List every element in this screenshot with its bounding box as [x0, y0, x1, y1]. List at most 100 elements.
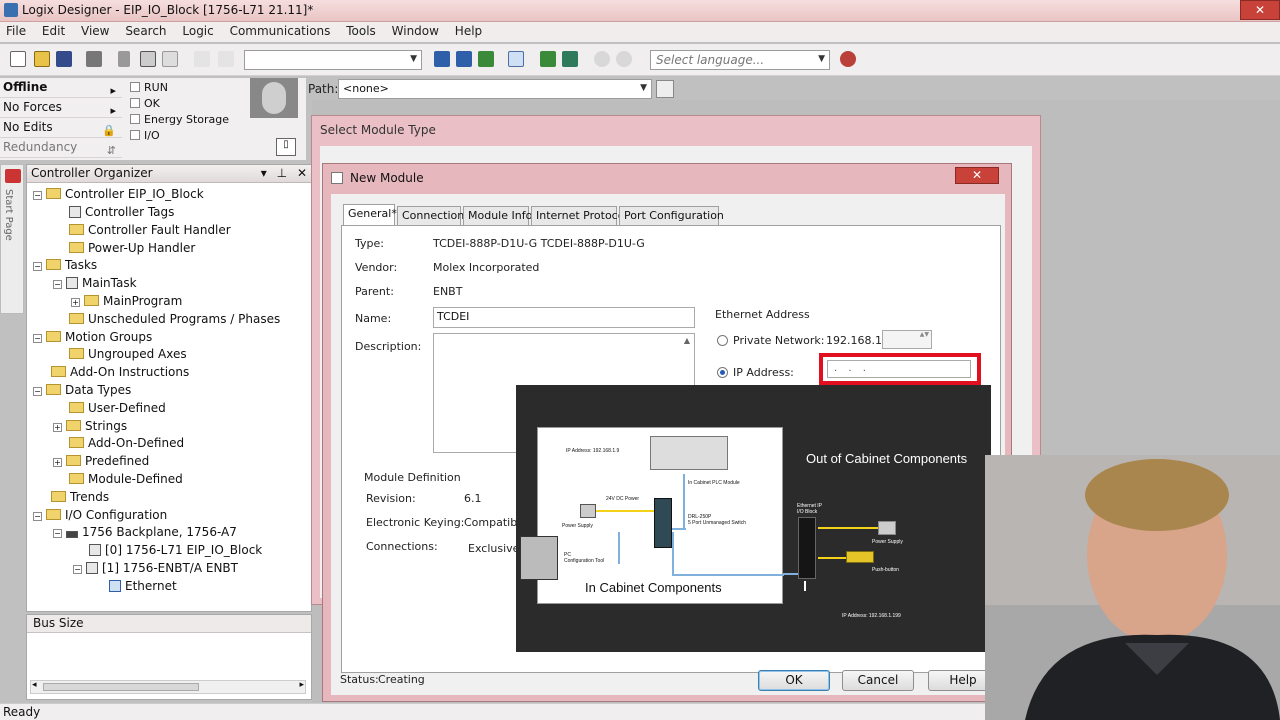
expand-icon[interactable]: +	[53, 423, 62, 432]
collapse-icon[interactable]: −	[33, 262, 42, 271]
help-globe-icon[interactable]	[840, 51, 856, 67]
menu-view[interactable]: View	[75, 22, 115, 40]
tree-fault-handler[interactable]: Controller Fault Handler	[69, 221, 231, 239]
tab-module-info[interactable]: Module Info	[463, 206, 532, 225]
verify-icon[interactable]	[478, 51, 494, 67]
path-browse-icon[interactable]	[656, 80, 674, 98]
tab-general[interactable]: General*	[343, 204, 397, 226]
name-input[interactable]: TCDEI	[433, 307, 695, 328]
folder-icon	[46, 259, 61, 270]
zoom-in-icon[interactable]	[594, 51, 610, 67]
menu-logic[interactable]: Logic	[176, 22, 219, 40]
tree-unscheduled[interactable]: Unscheduled Programs / Phases	[69, 310, 280, 328]
select-module-title: Select Module Type	[320, 123, 436, 137]
horizontal-scrollbar[interactable]: ◂ ▸	[30, 680, 306, 694]
paste-icon[interactable]	[162, 51, 178, 67]
verify-routine-icon[interactable]	[562, 51, 578, 67]
menu-tools[interactable]: Tools	[340, 22, 382, 40]
vendor-label: Vendor:	[355, 261, 398, 274]
ip-address-radio[interactable]: IP Address:	[717, 366, 794, 379]
tree-addon-instructions[interactable]: Add-On Instructions	[51, 363, 189, 381]
scroll-thumb[interactable]	[43, 683, 199, 691]
tree-module-defined[interactable]: Module-Defined	[69, 470, 183, 488]
tree-motion-groups[interactable]: − Motion Groups	[33, 328, 152, 346]
mode-status[interactable]: Offline ▸	[0, 78, 122, 98]
new-file-icon[interactable]	[10, 51, 26, 67]
collapse-icon[interactable]: −	[33, 191, 42, 200]
zoom-out-icon[interactable]	[616, 51, 632, 67]
save-icon[interactable]	[56, 51, 72, 67]
tree-ungrouped-axes[interactable]: Ungrouped Axes	[69, 345, 187, 363]
pin-icon[interactable]: ⊥	[277, 166, 287, 180]
search-combo[interactable]: ▼	[244, 50, 422, 70]
collapse-icon[interactable]: −	[53, 280, 62, 289]
open-folder-icon[interactable]	[34, 51, 50, 67]
close-icon[interactable]: ✕	[297, 166, 307, 180]
tab-internet-protocol[interactable]: Internet Protocol	[531, 206, 628, 225]
forces-status[interactable]: No Forces ▸	[0, 98, 122, 118]
path-select[interactable]: <none> ▼	[338, 79, 652, 99]
power-cable	[818, 527, 880, 529]
window-close-button[interactable]: ✕	[1240, 0, 1280, 20]
dropdown-icon[interactable]: ▾	[261, 166, 267, 180]
undo-icon[interactable]	[194, 51, 210, 67]
start-page-tab[interactable]: Start Page	[0, 164, 24, 314]
tab-port-configuration[interactable]: Port Configuration	[619, 206, 724, 225]
dialog-close-button[interactable]: ✕	[955, 167, 999, 184]
browse-up-icon[interactable]	[434, 51, 450, 67]
scroll-up-icon[interactable]: ▲	[684, 336, 690, 345]
browse-down-icon[interactable]	[456, 51, 472, 67]
tree-tasks[interactable]: − Tasks	[33, 256, 97, 274]
key-switch-button[interactable]: ▯	[276, 138, 296, 156]
tree-predefined[interactable]: + Predefined	[53, 452, 149, 470]
tree-controller-tags[interactable]: Controller Tags	[69, 203, 174, 221]
menu-help[interactable]: Help	[449, 22, 488, 40]
redo-icon[interactable]	[218, 51, 234, 67]
menu-search[interactable]: Search	[119, 22, 172, 40]
ip-address-input[interactable]: . . .	[827, 360, 971, 378]
ok-button[interactable]: OK	[758, 670, 830, 691]
tree-user-defined[interactable]: User-Defined	[69, 399, 166, 417]
menu-file[interactable]: File	[0, 22, 32, 40]
toolbar: ▼ Select language... ▼	[0, 44, 1280, 76]
connections-value: Exclusive	[468, 542, 520, 555]
collapse-icon[interactable]: −	[33, 387, 42, 396]
tab-connection[interactable]: Connection	[397, 206, 464, 225]
private-network-spinner[interactable]: ▲▼	[882, 330, 932, 349]
collapse-icon[interactable]: −	[73, 565, 82, 574]
controller-module-icon	[89, 544, 101, 556]
tree-controller[interactable]: − Controller EIP_IO_Block	[33, 185, 204, 203]
tree-trends[interactable]: Trends	[51, 488, 109, 506]
organizer-toggle-icon[interactable]	[508, 51, 524, 67]
tree-io-configuration[interactable]: − I/O Configuration	[33, 506, 167, 524]
tree-slot1-enbt[interactable]: − [1] 1756-ENBT/A ENBT	[73, 559, 238, 577]
tree-addon-defined[interactable]: Add-On-Defined	[69, 434, 184, 452]
cancel-button[interactable]: Cancel	[842, 670, 914, 691]
tree-slot0-controller[interactable]: [0] 1756-L71 EIP_IO_Block	[89, 541, 262, 559]
menu-edit[interactable]: Edit	[36, 22, 71, 40]
scroll-left-icon[interactable]: ◂	[32, 680, 37, 690]
tree-backplane[interactable]: − 1756 Backplane, 1756-A7	[53, 523, 237, 541]
tree-strings[interactable]: + Strings	[53, 417, 127, 435]
tree-data-types[interactable]: − Data Types	[33, 381, 131, 399]
collapse-icon[interactable]: −	[33, 512, 42, 521]
tree-mainprogram[interactable]: + MainProgram	[71, 292, 182, 310]
collapse-icon[interactable]: −	[53, 529, 62, 538]
verify-controller-icon[interactable]	[540, 51, 556, 67]
language-select[interactable]: Select language... ▼	[650, 50, 830, 70]
expand-icon[interactable]: +	[53, 458, 62, 467]
tree-powerup-handler[interactable]: Power-Up Handler	[69, 239, 195, 257]
tree-ethernet[interactable]: Ethernet	[109, 577, 177, 595]
expand-icon[interactable]: +	[71, 298, 80, 307]
menu-communications[interactable]: Communications	[224, 22, 337, 40]
copy-icon[interactable]	[140, 51, 156, 67]
private-network-radio[interactable]: Private Network:	[717, 334, 824, 347]
collapse-icon[interactable]: −	[33, 334, 42, 343]
print-icon[interactable]	[86, 51, 102, 67]
redundancy-status[interactable]: Redundancy ⇵	[0, 138, 122, 158]
scroll-right-icon[interactable]: ▸	[299, 680, 304, 690]
tree-maintask[interactable]: − MainTask	[53, 274, 137, 292]
menu-window[interactable]: Window	[386, 22, 445, 40]
cut-icon[interactable]	[118, 51, 130, 67]
edits-status[interactable]: No Edits 🔒	[0, 118, 122, 138]
